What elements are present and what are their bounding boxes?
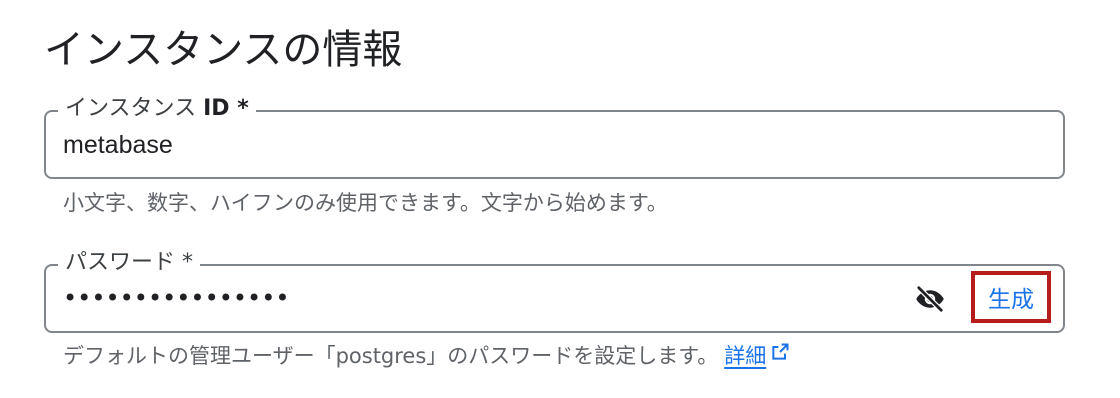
instance-id-field[interactable]: インスタンス ID * metabase xyxy=(44,95,1065,179)
section-title: インスタンスの情報 xyxy=(44,27,403,73)
password-helper-text: デフォルトの管理ユーザー「postgres」のパスワードを設定します。 xyxy=(63,344,719,368)
instance-id-label-text: インスタンス xyxy=(65,96,204,121)
instance-id-label-required: ID * xyxy=(203,96,249,121)
generate-password-button[interactable]: 生成 xyxy=(971,271,1051,323)
visibility-off-icon[interactable] xyxy=(912,281,948,317)
password-field[interactable]: パスワード * •••••••••••••••• 生成 xyxy=(44,249,1065,333)
learn-more-link[interactable]: 詳細 xyxy=(724,344,766,368)
instance-id-input[interactable]: metabase xyxy=(63,129,173,161)
open-in-new-icon[interactable] xyxy=(770,341,790,369)
password-label: パスワード * xyxy=(58,249,200,277)
instance-id-helper-text: 小文字、数字、ハイフンのみ使用できます。文字から始めます。 xyxy=(63,191,668,215)
instance-info-page: インスタンスの情報 インスタンス ID * metabase 小文字、数字、ハイ… xyxy=(0,0,1120,398)
instance-id-label: インスタンス ID * xyxy=(58,95,256,123)
password-input[interactable]: •••••••••••••••• xyxy=(63,282,290,314)
password-helper: デフォルトの管理ユーザー「postgres」のパスワードを設定します。 詳細 xyxy=(63,342,790,371)
